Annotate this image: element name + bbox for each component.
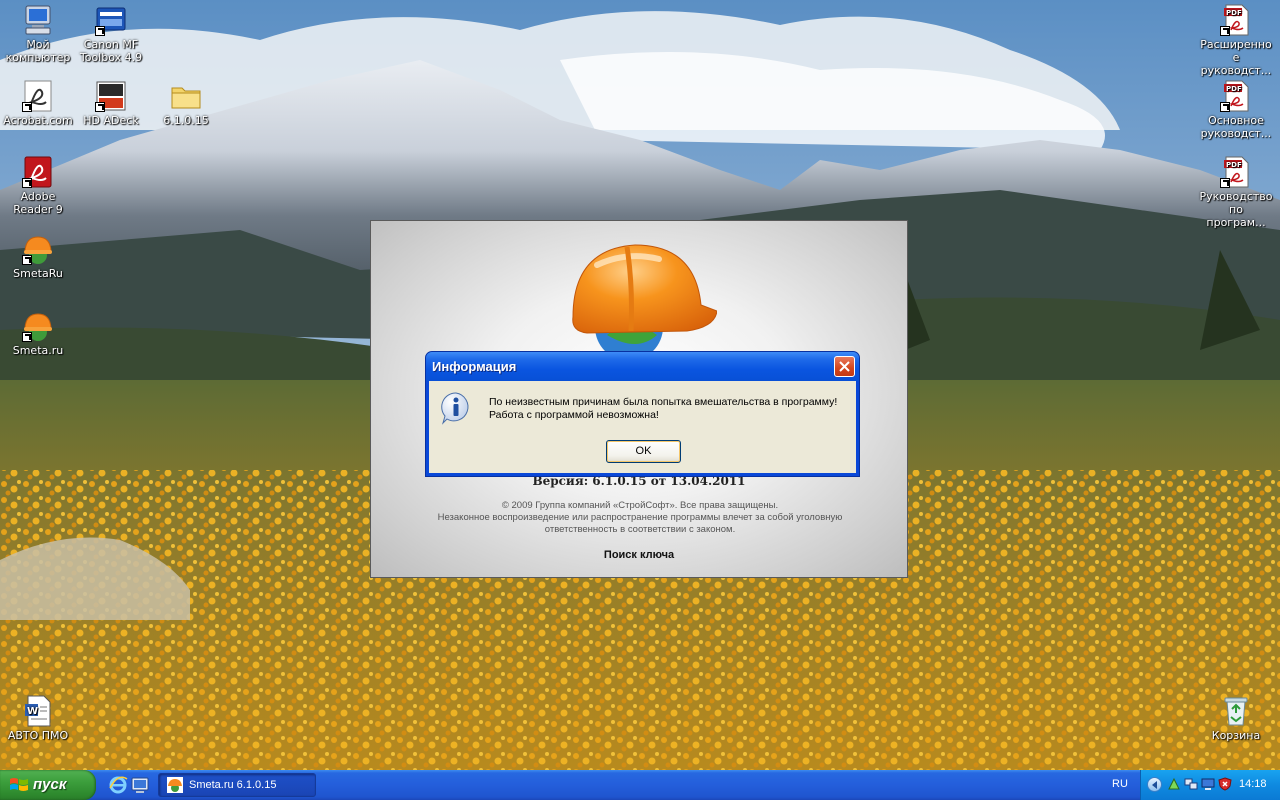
shortcut-arrow-icon [22,102,32,112]
display-icon[interactable] [1201,777,1215,791]
shortcut-arrow-icon [1220,178,1230,188]
copyright-line: © 2009 Группа компаний «СтройСофт». Все … [501,500,779,511]
ok-button[interactable]: OK [606,440,681,463]
clock[interactable]: 14:18 [1239,778,1267,790]
system-tray: 14:18 [1140,770,1280,800]
desktop-icon-label: SmetaRu [13,267,63,280]
start-label: пуск [33,776,67,793]
windows-flag-icon [10,778,28,791]
desktop-icon-folder-6-1-0-15[interactable]: 6.1.0.15 [148,80,224,127]
information-dialog: Информация По неизвестным причинам была … [425,351,860,477]
network-icon[interactable] [1167,777,1181,791]
language-indicator[interactable]: RU [1112,778,1128,790]
word-document-icon: W [25,695,51,727]
desktop-icon-label: Canon MF Toolbox 4.9 [79,38,143,64]
shortcut-arrow-icon [95,102,105,112]
desktop-icon-my-computer[interactable]: Мой компьютер [0,4,76,64]
shortcut-arrow-icon [22,178,32,188]
network-connection-icon[interactable] [1184,777,1198,791]
dialog-close-button[interactable] [834,356,855,377]
desktop-icon-program-guide-pdf[interactable]: PDF Руководство по програм... [1198,156,1274,229]
desktop-icon-label: Мой компьютер [5,38,71,64]
desktop-icon-canon-toolbox[interactable]: Canon MF Toolbox 4.9 [73,4,149,64]
info-icon [441,392,469,425]
dialog-message: По неизвестным причинам была попытка вме… [489,396,857,422]
splash-copyright: © 2009 Группа компаний «СтройСофт». Все … [401,500,879,536]
copyright-line: Незаконное воспроизведение или распростр… [437,512,843,523]
shortcut-arrow-icon [95,26,105,36]
desktop-icon-hd-adeck[interactable]: HD ADeck [73,80,149,127]
computer-icon [25,5,51,35]
recycle-bin-icon [1224,697,1248,726]
desktop-icon-adobe-reader[interactable]: Adobe Reader 9 [0,156,76,216]
desktop-icon-avto-pmo[interactable]: W АВТО ПМО [0,695,76,742]
svg-text:PDF: PDF [1226,85,1242,93]
desktop-icon-recycle-bin[interactable]: Корзина [1198,695,1274,742]
desktop-icon-label: Основное руководст... [1200,114,1272,140]
splash-key-search-status: Поиск ключа [603,549,675,561]
desktop-icon-label: Acrobat.com [3,114,73,127]
taskbar-button-smeta[interactable]: Smeta.ru 6.1.0.15 [158,773,316,797]
svg-text:W: W [27,706,38,717]
svg-text:PDF: PDF [1226,9,1242,17]
dialog-titlebar[interactable]: Информация [426,352,859,381]
dialog-body: По неизвестным причинам была попытка вме… [429,381,856,473]
show-desktop-icon[interactable] [130,775,150,795]
desktop-icon-label: Adobe Reader 9 [13,190,63,216]
svg-text:PDF: PDF [1226,161,1242,169]
desktop-icon-label: HD ADeck [83,114,139,127]
desktop-icon-label: 6.1.0.15 [163,114,209,127]
shortcut-arrow-icon [1220,102,1230,112]
desktop-icon-smeta-ru[interactable]: Smeta.ru [0,310,76,357]
shortcut-arrow-icon [22,332,32,342]
taskbar-button-label: Smeta.ru 6.1.0.15 [189,779,277,791]
shortcut-arrow-icon [22,255,32,265]
taskbar: пуск Smeta.ru 6.1.0.15 RU 14:18 [0,770,1280,800]
desktop-icon-label: Руководство по програм... [1199,190,1273,229]
smeta-helmet-icon [167,777,183,793]
smeta-helmet-logo-icon [572,244,717,355]
internet-explorer-icon[interactable] [108,775,128,795]
copyright-line: ответственность в соответствии с законом… [544,524,736,535]
desktop-icon-label: Расширенное руководст... [1200,38,1272,77]
folder-icon [171,87,201,109]
shortcut-arrow-icon [1220,26,1230,36]
dialog-title: Информация [432,359,517,374]
desktop-icon-label: Корзина [1211,729,1261,742]
desktop-icon-label: АВТО ПМО [7,729,69,742]
desktop-icon-basic-guide-pdf[interactable]: PDF Основное руководст... [1198,80,1274,140]
start-button[interactable]: пуск [0,770,96,800]
desktop-icon-extended-guide-pdf[interactable]: PDF Расширенное руководст... [1198,4,1274,77]
desktop-icon-label: Smeta.ru [12,344,64,357]
close-icon [839,361,850,372]
show-hidden-icons-button[interactable] [1147,777,1162,792]
message-line: Работа с программой невозможна! [489,409,659,421]
desktop-icon-smetaru[interactable]: SmetaRu [0,233,76,280]
desktop-icon-acrobat-com[interactable]: Acrobat.com [0,80,76,127]
message-line: По неизвестным причинам была попытка вме… [489,396,838,408]
security-shield-icon[interactable] [1218,777,1232,791]
